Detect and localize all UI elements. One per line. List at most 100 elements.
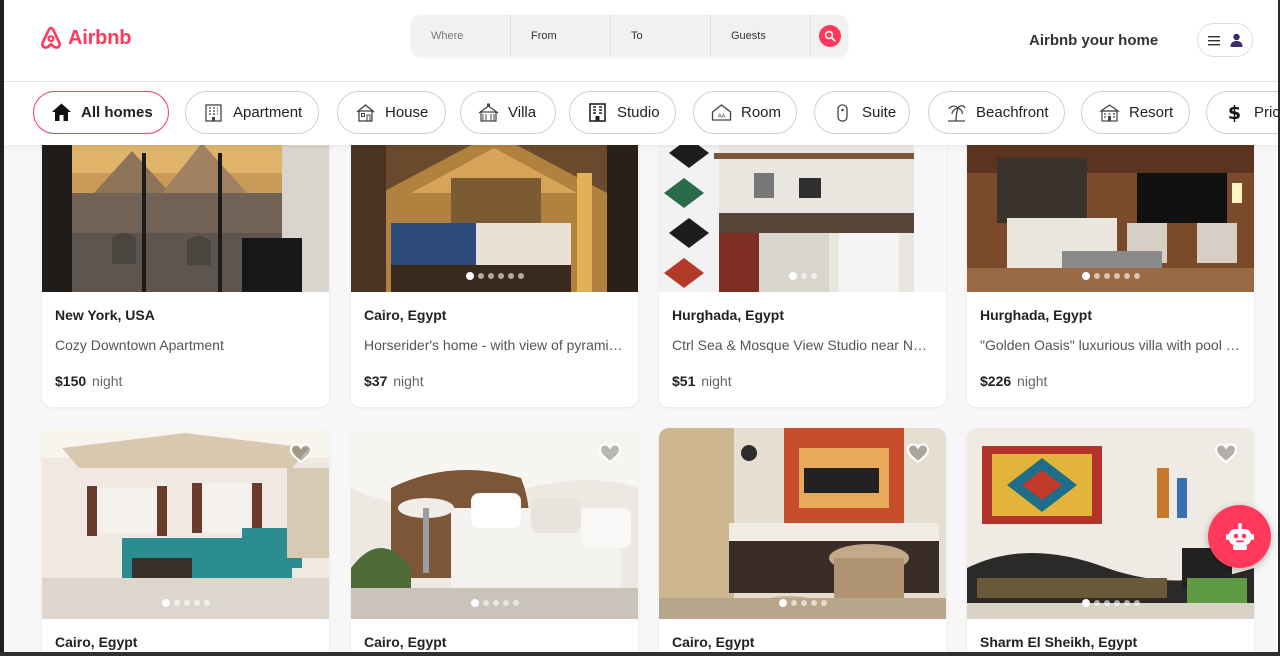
category-apartment[interactable]: Apartment <box>185 91 319 134</box>
listing-photo[interactable] <box>351 428 638 619</box>
brand-logo[interactable]: Airbnb <box>40 26 131 50</box>
home-icon <box>52 103 71 121</box>
category-label: Villa <box>508 104 537 121</box>
favorite-heart-icon[interactable] <box>289 442 313 464</box>
villa-icon <box>478 103 499 122</box>
listing-photo[interactable] <box>42 145 329 292</box>
price-amount: $150 <box>55 373 87 389</box>
listing-photo[interactable] <box>967 145 1254 292</box>
price-amount: $51 <box>672 373 696 389</box>
svg-text:AA: AA <box>718 114 726 120</box>
listing-price: $150 night <box>55 373 316 389</box>
listing-photo[interactable] <box>42 428 329 619</box>
brand-name: Airbnb <box>68 26 132 49</box>
listing-card[interactable]: Hurghada, Egypt "Golden Oasis" luxurious… <box>967 145 1254 407</box>
price-unit: night <box>701 373 732 389</box>
listing-location: Cairo, Egypt <box>364 634 447 650</box>
listing-card[interactable]: Cairo, Egypt Horserider's home - with vi… <box>351 145 638 407</box>
category-label: All homes <box>81 104 153 121</box>
category-beachfront[interactable]: Beachfront <box>928 91 1065 134</box>
listing-location: Cairo, Egypt <box>364 307 447 323</box>
listing-location: Hurghada, Egypt <box>672 307 785 323</box>
listing-location: Hurghada, Egypt <box>980 307 1093 323</box>
airbnb-icon <box>41 26 61 49</box>
listing-photo-image <box>659 145 946 292</box>
category-house[interactable]: House <box>337 91 446 134</box>
category-studio[interactable]: Studio <box>569 91 676 134</box>
category-label: Apartment <box>233 104 303 121</box>
price-unit: night <box>393 373 424 389</box>
resort-icon <box>1099 104 1120 122</box>
favorite-heart-icon[interactable] <box>598 442 622 464</box>
category-label: Resort <box>1129 104 1174 121</box>
listing-photo-image <box>967 145 1254 292</box>
top-header: Airbnb Where From To Guests Airbnb your … <box>4 0 1278 82</box>
to-date-field[interactable]: To <box>611 15 711 56</box>
category-resort[interactable]: Resort <box>1081 91 1190 134</box>
listing-location: Sharm El Sheikh, Egypt <box>980 634 1138 650</box>
photo-carousel-dots[interactable] <box>161 599 210 607</box>
category-label: Beachfront <box>976 104 1049 121</box>
photo-carousel-dots[interactable] <box>788 272 817 280</box>
suite-icon <box>837 104 848 122</box>
listing-title: "Golden Oasis" luxurious villa with pool… <box>980 337 1241 353</box>
listing-grid: New York, USA Cozy Downtown Apartment $1… <box>4 145 1278 652</box>
listing-photo-image <box>659 428 946 619</box>
window-edge-left <box>0 0 4 656</box>
listing-photo-image <box>351 428 638 619</box>
category-label: Pric <box>1254 104 1278 121</box>
svg-text:$: $ <box>1228 102 1241 123</box>
room-icon: AA <box>711 104 732 121</box>
listing-photo[interactable] <box>659 428 946 619</box>
photo-carousel-dots[interactable] <box>778 599 827 607</box>
photo-carousel-dots[interactable] <box>1081 272 1140 280</box>
favorite-heart-icon[interactable] <box>1214 442 1238 464</box>
listing-card[interactable]: Cairo, Egypt <box>659 428 946 652</box>
search-button[interactable] <box>819 25 841 47</box>
listing-card[interactable]: Cairo, Egypt <box>42 428 329 652</box>
airbnb-your-home-link[interactable]: Airbnb your home <box>1029 32 1158 49</box>
listing-location: Cairo, Egypt <box>55 634 138 650</box>
guests-field[interactable]: Guests <box>711 15 811 56</box>
category-label: Studio <box>617 104 660 121</box>
category-room[interactable]: AA Room <box>693 91 797 134</box>
listing-photo[interactable] <box>659 145 946 292</box>
hamburger-icon <box>1207 35 1220 45</box>
category-suite[interactable]: Suite <box>814 91 910 134</box>
category-price[interactable]: $ Pric <box>1206 91 1278 134</box>
category-all-homes[interactable]: All homes <box>33 91 169 134</box>
category-villa[interactable]: Villa <box>460 91 556 134</box>
favorite-heart-icon[interactable] <box>906 442 930 464</box>
robot-icon <box>1225 522 1254 550</box>
listing-price: $37 night <box>364 373 625 389</box>
studio-icon <box>589 103 606 122</box>
user-menu-button[interactable] <box>1197 23 1253 57</box>
dollar-icon: $ <box>1228 102 1241 123</box>
from-date-field[interactable]: From <box>511 15 611 56</box>
listing-card[interactable]: Hurghada, Egypt Ctrl Sea & Mosque View S… <box>659 145 946 407</box>
photo-carousel-dots[interactable] <box>470 599 519 607</box>
price-amount: $37 <box>364 373 388 389</box>
chat-bot-button[interactable] <box>1208 505 1271 568</box>
photo-carousel-dots[interactable] <box>1081 599 1140 607</box>
listing-price: $51 night <box>672 373 933 389</box>
apartment-icon <box>205 104 222 122</box>
where-field[interactable]: Where <box>411 15 511 56</box>
listing-title: Cozy Downtown Apartment <box>55 337 224 353</box>
category-label: Suite <box>862 104 897 121</box>
listing-photo-image <box>42 428 329 619</box>
category-label: House <box>385 104 429 121</box>
listing-card[interactable]: New York, USA Cozy Downtown Apartment $1… <box>42 145 329 407</box>
listing-photo-image <box>42 145 329 292</box>
listing-location: Cairo, Egypt <box>672 634 755 650</box>
search-bar: Where From To Guests <box>411 15 848 56</box>
palm-tree-icon <box>948 105 966 122</box>
photo-carousel-dots[interactable] <box>465 272 524 280</box>
listing-photo-image <box>351 145 638 292</box>
listing-photo[interactable] <box>351 145 638 292</box>
window-edge-bottom <box>0 652 1280 656</box>
listing-location: New York, USA <box>55 307 155 323</box>
listing-card[interactable]: Cairo, Egypt <box>351 428 638 652</box>
user-icon <box>1230 33 1242 47</box>
price-unit: night <box>92 373 123 389</box>
